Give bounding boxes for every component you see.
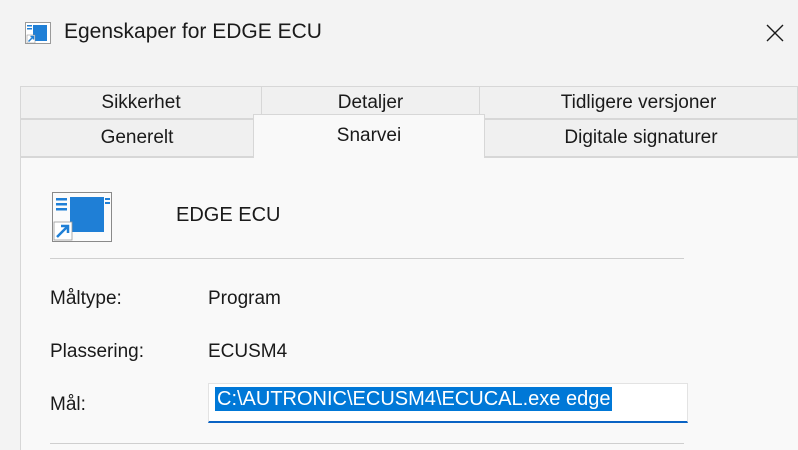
location-value: ECUSM4 [208, 341, 288, 362]
tab-tidligere-versjoner[interactable]: Tidligere versjoner [479, 86, 798, 119]
location-label: Plassering: [50, 341, 144, 362]
target-field[interactable]: C:\AUTRONIC\ECUSM4\ECUCAL.exe edge [208, 383, 688, 423]
target-type-value: Program [208, 288, 281, 309]
tab-generelt[interactable]: Generelt [20, 119, 254, 157]
target-value-selection: C:\AUTRONIC\ECUSM4\ECUCAL.exe edge [215, 387, 613, 411]
tab-snarvei[interactable]: Snarvei [253, 114, 485, 158]
target-type-label: Måltype: [50, 288, 122, 309]
application-shortcut-icon [52, 192, 112, 242]
divider [50, 258, 684, 259]
tab-sikkerhet[interactable]: Sikkerhet [20, 86, 262, 119]
shortcut-name[interactable]: EDGE ECU [176, 204, 280, 227]
target-label: Mål: [50, 394, 86, 415]
properties-dialog: Egenskaper for EDGE ECU Sikkerhet Detalj… [0, 0, 798, 450]
divider [50, 443, 684, 444]
tab-digitale-signaturer[interactable]: Digitale signaturer [484, 119, 798, 157]
tab-strip: Sikkerhet Detaljer Tidligere versjoner G… [0, 0, 798, 160]
